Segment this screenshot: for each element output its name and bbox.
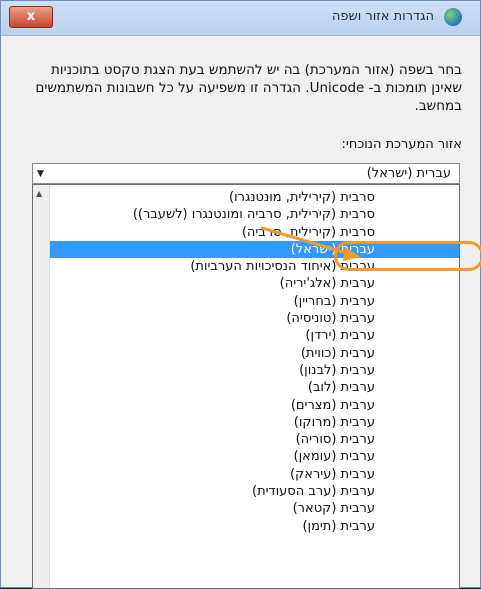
annotation-arrow-icon [260,226,361,261]
